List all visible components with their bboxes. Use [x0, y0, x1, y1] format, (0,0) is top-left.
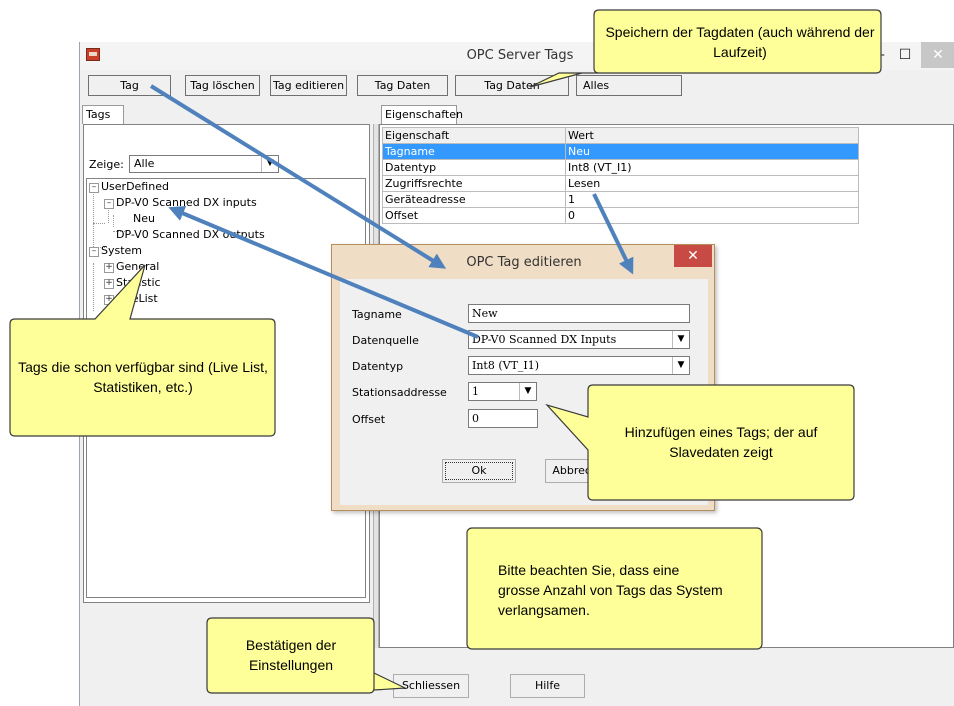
callout-save-text: Speichern der Tagdaten (auch während der… [605, 24, 875, 60]
callout-available-tags [9, 264, 276, 437]
arrow-access-to-dialog [592, 193, 634, 275]
callout-available-text: Tags die schon verfügbar sind (Live List… [18, 359, 268, 395]
callout-add-text: Hinzufügen eines Tags; der auf Slavedate… [624, 424, 818, 460]
arrow-source-to-tree [168, 206, 479, 339]
callout-note-text: Bitte beachten Sie, dass eine grosse Anz… [498, 562, 723, 618]
annotation-overlay [9, 9, 882, 694]
callout-confirm-text: Bestätigen der Einstellungen [245, 637, 337, 673]
arrow-add-to-dialog [149, 84, 447, 269]
